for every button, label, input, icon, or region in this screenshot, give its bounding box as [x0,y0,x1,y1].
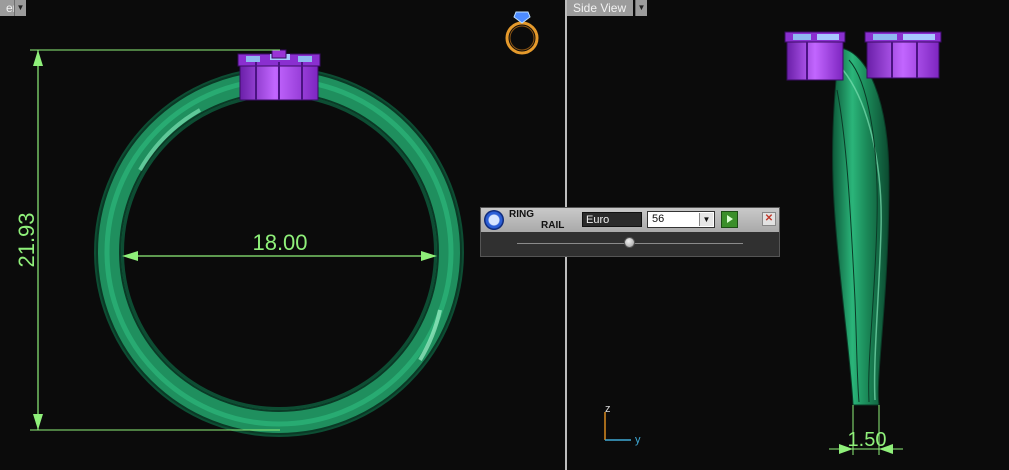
axis-y-label: y [635,434,641,446]
side-viewport-label[interactable]: Side View [567,0,633,16]
gem-setting-front[interactable] [237,49,321,101]
close-icon[interactable]: ✕ [762,212,776,226]
ring-rail-header: RING RAIL Euro 56 ▼ ✕ [481,208,779,232]
ring-rail-title-line2: RAIL [541,220,565,231]
ring-rail-toolbar: RING RAIL Euro 56 ▼ ✕ [480,207,780,257]
front-viewport-label[interactable]: er [0,0,17,16]
ring-icon[interactable] [505,11,539,55]
size-standard-field[interactable]: Euro [582,212,642,227]
cad-workspace: 21.93 18.00 er ▼ 1.50 z y Side View ▼ RI… [0,0,1009,470]
ring-rail-title: RING RAIL [509,209,569,231]
inner-diameter-label: 18.00 [252,230,307,255]
dropdown-arrow-icon[interactable]: ▼ [14,0,26,16]
dropdown-arrow-icon[interactable]: ▼ [635,0,647,16]
axis-gizmo-icon [604,412,631,441]
ring-rail-logo-icon [484,210,504,230]
ring-rail-slider-thumb[interactable] [624,237,635,248]
ring-size-value: 56 [652,213,665,225]
play-icon[interactable] [721,211,738,228]
axis-z-label: z [605,403,611,415]
shank-width-label: 1.50 [848,429,887,451]
height-dimension-label: 21.93 [14,212,39,267]
ring-rail-title-line1: RING [509,209,534,220]
ring-rail-slider-row [481,232,779,256]
ring-size-select[interactable]: 56 ▼ [647,211,715,228]
ring-band-side[interactable] [832,47,890,406]
dropdown-arrow-icon[interactable]: ▼ [699,213,713,226]
